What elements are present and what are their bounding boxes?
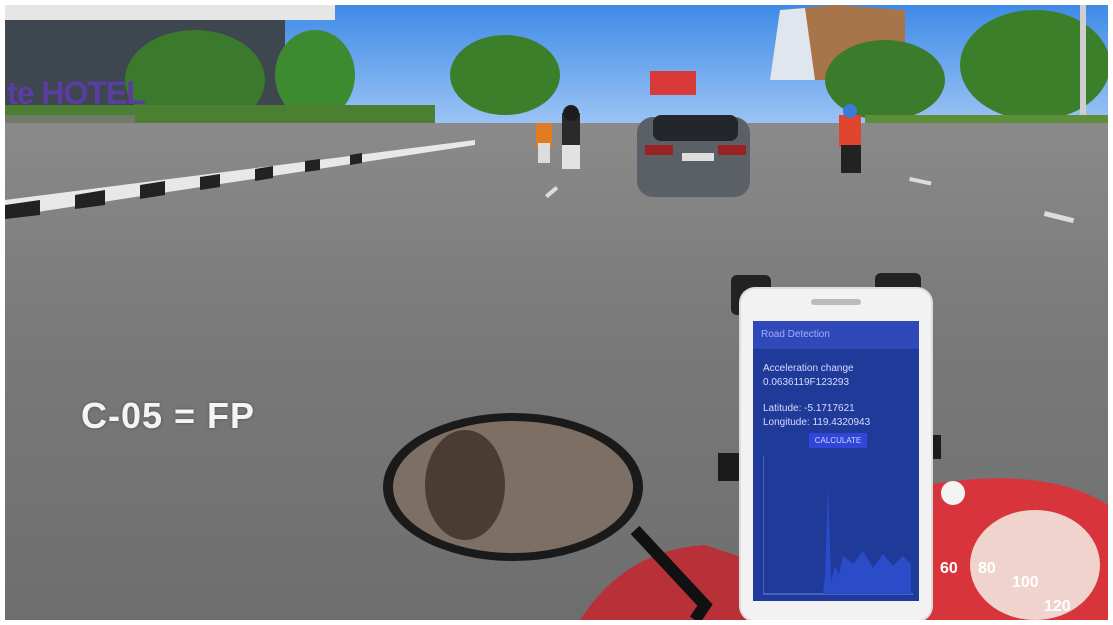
speed-tick: 80 [978, 560, 996, 577]
curb-left [5, 140, 475, 219]
photo-frame: te HOTEL 60 80 100 120 C-05 = FP Road De… [5, 5, 1108, 620]
phone-screen: Road Detection Acceleration change 0.063… [753, 321, 919, 601]
motorcycle-left [562, 105, 580, 169]
accel-value: 0.0636119F123293 [763, 377, 850, 388]
smartphone: Road Detection Acceleration change 0.063… [741, 289, 931, 620]
accel-label: Acceleration change [763, 363, 854, 374]
latitude-text: Latitude: -5.1717621 [763, 403, 855, 414]
calculate-button[interactable]: CALCULATE [809, 433, 867, 448]
app-title: Road Detection [753, 321, 919, 349]
car-ahead [637, 115, 750, 197]
speed-tick: 60 [940, 560, 958, 577]
motorcycle-orange [536, 123, 552, 163]
overlay-caption: C-05 = FP [81, 395, 256, 436]
longitude-text: Longitude: 119.4320943 [763, 417, 871, 428]
acceleration-plot [763, 456, 913, 595]
lane-markings [545, 177, 1075, 224]
earpiece [811, 299, 861, 305]
speed-tick: 100 [1012, 574, 1039, 591]
motorcycle-right [839, 104, 861, 173]
road-objects [5, 104, 1108, 620]
speed-tick: 120 [1044, 598, 1071, 615]
motorcycle-body-left [580, 545, 765, 620]
nav-buttons [761, 607, 911, 615]
